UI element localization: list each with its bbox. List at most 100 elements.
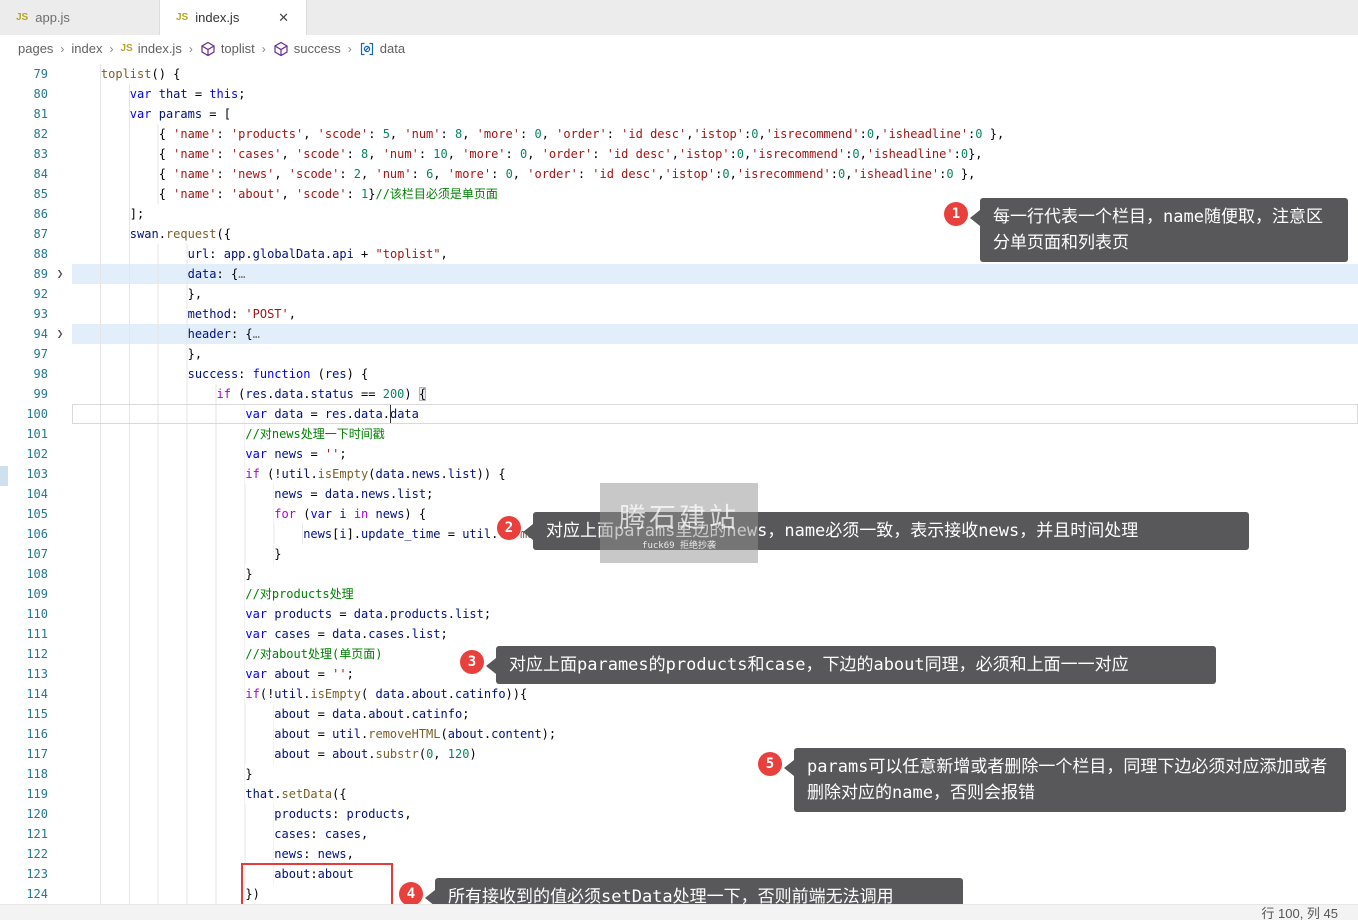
line-number[interactable]: 93 — [0, 304, 48, 324]
line-number[interactable]: 122 — [0, 844, 48, 864]
breadcrumb-item-toplist[interactable]: toplist — [200, 41, 255, 57]
code-text[interactable]: about = data.about.catinfo; — [72, 704, 1358, 724]
line-number[interactable]: 80 — [0, 84, 48, 104]
line-number[interactable]: 110 — [0, 604, 48, 624]
code-text[interactable]: //对products处理 — [72, 584, 1358, 604]
breadcrumb-item-index.js[interactable]: JSindex.js — [121, 41, 182, 56]
indent-guides — [72, 624, 245, 644]
code-text[interactable]: if(!util.isEmpty( data.about.catinfo)){ — [72, 684, 1358, 704]
code-text[interactable]: success: function (res) { — [72, 364, 1358, 384]
line-number[interactable]: 109 — [0, 584, 48, 604]
line-number[interactable]: 82 — [0, 124, 48, 144]
code-text[interactable]: { 'name': 'products', 'scode': 5, 'num':… — [72, 124, 1358, 144]
code-text[interactable]: data: {… — [72, 264, 1358, 284]
line-number[interactable]: 107 — [0, 544, 48, 564]
code-text[interactable]: var cases = data.cases.list; — [72, 624, 1358, 644]
line-number[interactable]: 124 — [0, 884, 48, 904]
line-number[interactable]: 101 — [0, 424, 48, 444]
line-number[interactable]: 121 — [0, 824, 48, 844]
breadcrumb-item-index[interactable]: index — [71, 41, 102, 56]
tab-app.js[interactable]: JSapp.js — [0, 0, 160, 35]
tab-index.js[interactable]: JSindex.js✕ — [160, 0, 307, 35]
breadcrumb-item-success[interactable]: success — [273, 41, 341, 57]
code-line: 98 success: function (res) { — [0, 364, 1358, 384]
line-number[interactable]: 85 — [0, 184, 48, 204]
line-number[interactable]: 118 — [0, 764, 48, 784]
code-line: 89❯data: {… — [0, 264, 1358, 284]
code-text[interactable]: var products = data.products.list; — [72, 604, 1358, 624]
breadcrumb-item-data[interactable]: data — [359, 41, 405, 57]
callout-text: 对应上面params里边的news，name必须一致，表示接收news，并且时间… — [533, 512, 1249, 550]
code-text[interactable]: var params = [ — [72, 104, 1358, 124]
line-number[interactable]: 115 — [0, 704, 48, 724]
line-number[interactable]: 123 — [0, 864, 48, 884]
line-number[interactable]: 97 — [0, 344, 48, 364]
line-number[interactable]: 119 — [0, 784, 48, 804]
code-text[interactable]: { 'name': 'news', 'scode': 2, 'num': 6, … — [72, 164, 1358, 184]
breadcrumb-label: success — [294, 41, 341, 56]
fold-column — [48, 84, 72, 104]
fold-column — [48, 124, 72, 144]
fold-column — [48, 444, 72, 464]
fold-column — [48, 384, 72, 404]
code-text[interactable]: }, — [72, 344, 1358, 364]
indent-guides — [72, 504, 274, 524]
line-number[interactable]: 108 — [0, 564, 48, 584]
code-editor[interactable]: 79 toplist() { 80 var that = this; 81 var par… — [0, 62, 1358, 904]
breadcrumb-item-pages[interactable]: pages — [18, 41, 53, 56]
line-number[interactable]: 111 — [0, 624, 48, 644]
code-text[interactable]: toplist() { — [72, 64, 1358, 84]
line-number[interactable]: 106 — [0, 524, 48, 544]
line-number[interactable]: 88 — [0, 244, 48, 264]
line-number[interactable]: 83 — [0, 144, 48, 164]
line-number[interactable]: 87 — [0, 224, 48, 244]
code-text[interactable]: }, — [72, 284, 1358, 304]
code-text[interactable]: about = util.removeHTML(about.content); — [72, 724, 1358, 744]
line-number[interactable]: 113 — [0, 664, 48, 684]
code-text[interactable]: news: news, — [72, 844, 1358, 864]
code-text[interactable]: news = data.news.list; — [72, 484, 1358, 504]
line-number[interactable]: 117 — [0, 744, 48, 764]
code-line: 121 cases: cases, — [0, 824, 1358, 844]
line-number[interactable]: 81 — [0, 104, 48, 124]
code-text[interactable]: var news = ''; — [72, 444, 1358, 464]
code-text[interactable]: cases: cases, — [72, 824, 1358, 844]
line-number[interactable]: 102 — [0, 444, 48, 464]
line-number[interactable]: 104 — [0, 484, 48, 504]
line-number[interactable]: 99 — [0, 384, 48, 404]
cursor-position-indicator[interactable]: 行 100, 列 45 — [1261, 903, 1338, 920]
code-text[interactable]: { 'name': 'cases', 'scode': 8, 'num': 10… — [72, 144, 1358, 164]
indent-guides — [72, 304, 188, 324]
close-icon[interactable]: ✕ — [275, 9, 292, 27]
code-text[interactable]: method: 'POST', — [72, 304, 1358, 324]
code-text[interactable]: //对news处理一下时间戳 — [72, 424, 1358, 444]
line-number[interactable]: 100 — [0, 404, 48, 424]
fold-chevron-icon[interactable]: ❯ — [48, 264, 72, 284]
gutter: 110 — [0, 604, 72, 624]
fold-column — [48, 204, 72, 224]
code-text[interactable]: header: {… — [72, 324, 1358, 344]
code-text[interactable]: if (res.data.status == 200) { — [72, 384, 1358, 404]
line-number[interactable]: 114 — [0, 684, 48, 704]
line-number[interactable]: 98 — [0, 364, 48, 384]
code-text[interactable]: } — [72, 564, 1358, 584]
fold-column — [48, 304, 72, 324]
line-number[interactable]: 112 — [0, 644, 48, 664]
indent-guides — [72, 764, 245, 784]
fold-column — [48, 584, 72, 604]
code-text[interactable]: if (!util.isEmpty(data.news.list)) { — [72, 464, 1358, 484]
fold-chevron-icon[interactable]: ❯ — [48, 324, 72, 344]
line-number[interactable]: 116 — [0, 724, 48, 744]
line-number[interactable]: 94 — [0, 324, 48, 344]
line-number[interactable]: 105 — [0, 504, 48, 524]
indent-guides — [72, 484, 274, 504]
line-number[interactable]: 89 — [0, 264, 48, 284]
line-number[interactable]: 120 — [0, 804, 48, 824]
code-text[interactable]: var data = res.data.data — [72, 404, 1358, 424]
code-line: 100 var data = res.data.data — [0, 404, 1358, 424]
code-text[interactable]: var that = this; — [72, 84, 1358, 104]
line-number[interactable]: 84 — [0, 164, 48, 184]
line-number[interactable]: 92 — [0, 284, 48, 304]
line-number[interactable]: 79 — [0, 64, 48, 84]
line-number[interactable]: 86 — [0, 204, 48, 224]
